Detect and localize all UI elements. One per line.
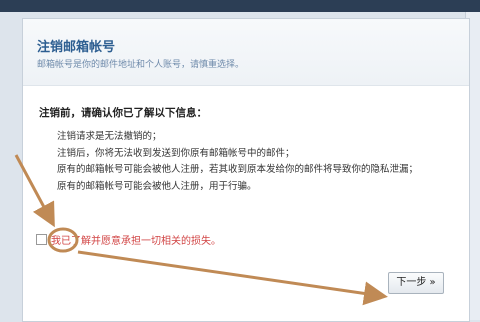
info-item: 注销后，你将无法收到发送到你原有邮箱帐号中的邮件； — [57, 147, 295, 159]
window-top-bar — [0, 0, 480, 12]
confirm-heading: 注销前，请确认你已了解以下信息： — [39, 107, 207, 119]
next-button[interactable]: 下一步 » — [388, 272, 444, 294]
info-item: 原有的邮箱帐号可能会被他人注册，用于行骗。 — [57, 180, 257, 192]
panel-header: 注销邮箱帐号 邮箱帐号是你的邮件地址和个人账号，请慎重选择。 — [23, 19, 469, 86]
agree-row[interactable]: 我已了解并愿意承担一切相关的损失。 — [36, 232, 221, 247]
agree-label[interactable]: 我已了解并愿意承担一切相关的损失。 — [51, 232, 221, 247]
page-subtitle: 邮箱帐号是你的邮件地址和个人账号，请慎重选择。 — [37, 60, 245, 70]
page-title: 注销邮箱帐号 — [37, 40, 116, 55]
info-item: 注销请求是无法撤销的； — [57, 131, 162, 142]
info-item: 原有的邮箱帐号可能会被他人注册，若其收到原本发给你的邮件将导致你的隐私泄漏； — [57, 164, 419, 175]
info-list: 注销请求是无法撤销的； 注销后，你将无法收到发送到你原有邮箱帐号中的邮件； 原有… — [57, 129, 467, 195]
agree-checkbox[interactable] — [36, 234, 47, 245]
